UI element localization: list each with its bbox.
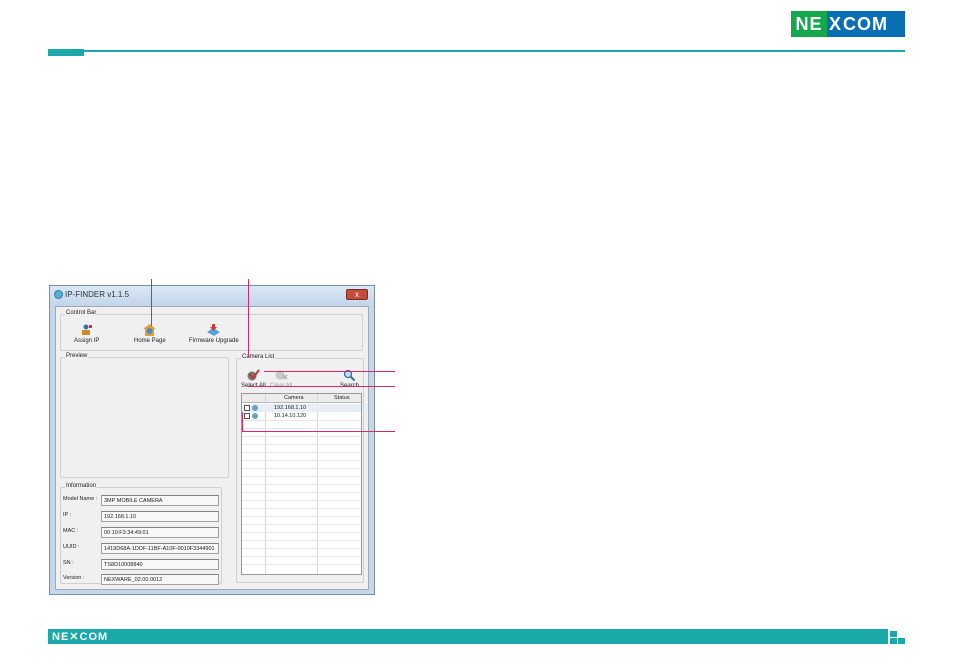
column-status[interactable]: Status <box>334 395 350 401</box>
camera-table-header: Camera Status <box>242 394 361 403</box>
control-bar-group: Control Bar Assign IP Home Page Firmware… <box>60 310 363 351</box>
title-bar[interactable]: IP-FINDER v1.1.5 x <box>50 286 374 306</box>
firmware-upgrade-button[interactable]: Firmware Upgrade <box>189 324 239 344</box>
version-field: NEXWARE_02.00.0012 <box>101 574 219 585</box>
ip-field: 192.168.1.10 <box>101 511 219 522</box>
select-all-icon <box>247 369 260 381</box>
assign-ip-button[interactable]: Assign IP <box>74 324 99 344</box>
row-divider <box>242 540 361 541</box>
row-divider <box>242 484 361 485</box>
callout-line-select-all <box>248 386 395 387</box>
mac-label: MAC : <box>63 528 79 534</box>
window-title: IP-FINDER v1.1.5 <box>65 290 130 299</box>
row-divider <box>242 460 361 461</box>
table-row[interactable]: 192.168.1.10 <box>242 404 361 412</box>
camera-icon <box>252 405 258 411</box>
footer-bar <box>48 629 888 644</box>
callout-line-home-page <box>151 279 152 326</box>
assign-ip-label: Assign IP <box>74 338 100 344</box>
row-divider <box>242 452 361 453</box>
mac-field: 00:10:F3:34:49:01 <box>101 527 219 538</box>
row-divider <box>242 508 361 509</box>
logo-ne: NE <box>791 11 827 37</box>
ip-label: IP : <box>63 512 72 518</box>
home-page-button[interactable]: Home Page <box>134 324 166 344</box>
home-icon <box>143 324 157 336</box>
row-divider <box>242 564 361 565</box>
camera-list-group: Camera List Select All Clear All Search <box>236 354 364 583</box>
logo-com: COM <box>843 13 888 34</box>
camera-address: 10.14.10.120 <box>274 413 307 419</box>
page-marker <box>898 638 905 644</box>
window-client: Control Bar Assign IP Home Page Firmware… <box>55 306 369 590</box>
row-divider <box>242 516 361 517</box>
footer-logo: NE✕COM <box>52 631 109 643</box>
row-divider <box>242 420 361 421</box>
row-checkbox[interactable] <box>244 405 250 411</box>
app-icon <box>54 290 63 299</box>
callout-line-clear-all <box>264 371 395 372</box>
sn-label: SN : <box>63 560 74 566</box>
row-divider <box>242 532 361 533</box>
version-label: Version : <box>63 575 85 581</box>
nexcom-logo: NE X COM <box>791 11 905 37</box>
row-divider <box>242 548 361 549</box>
row-divider <box>242 428 361 429</box>
information-label: Information <box>65 483 98 489</box>
row-divider <box>242 500 361 501</box>
camera-address: 192.168.1.10 <box>274 405 307 411</box>
home-page-label: Home Page <box>134 338 166 344</box>
preview-label: Preview <box>65 353 89 359</box>
row-divider <box>242 556 361 557</box>
assign-ip-icon <box>82 324 93 335</box>
camera-icon <box>252 413 258 419</box>
row-checkbox[interactable] <box>244 413 250 419</box>
page-marker <box>890 638 897 644</box>
model-name-label: Model Name : <box>63 496 98 502</box>
row-divider <box>242 524 361 525</box>
row-divider <box>242 492 361 493</box>
page-marker <box>890 631 897 637</box>
uuid-label: UUID : <box>63 544 80 550</box>
callout-line-checkbox-h <box>242 431 395 432</box>
control-bar-label: Control Bar <box>65 310 98 316</box>
firmware-upgrade-label: Firmware Upgrade <box>189 338 239 344</box>
preview-group: Preview <box>60 353 229 478</box>
table-row[interactable]: 10.14.10.120 <box>242 412 361 420</box>
firmware-upgrade-icon <box>207 324 221 336</box>
row-divider <box>242 476 361 477</box>
information-group: Information Model Name : 3MP MOBILE CAME… <box>60 483 222 585</box>
header-tab <box>48 49 84 56</box>
callout-line-checkbox-v <box>242 412 243 432</box>
model-name-field: 3MP MOBILE CAMERA <box>101 495 219 506</box>
row-divider <box>242 444 361 445</box>
callout-line-camera-list <box>248 279 249 357</box>
row-divider <box>242 468 361 469</box>
camera-list-label: Camera List <box>241 354 276 360</box>
column-camera[interactable]: Camera <box>284 395 304 401</box>
ip-finder-window: IP-FINDER v1.1.5 x Control Bar Assign IP… <box>49 285 375 595</box>
sn-field: TS8D10008840 <box>101 559 219 570</box>
logo-x: X <box>828 13 841 34</box>
close-button[interactable]: x <box>346 289 368 300</box>
uuid-field: 1419D68A-1DDF-11BF-A10F-0010F3344901 <box>101 543 219 554</box>
camera-table[interactable]: Camera Status 192.168.1.10 10.14.10.120 <box>241 393 362 575</box>
header-rule <box>48 50 905 52</box>
row-divider <box>242 436 361 437</box>
